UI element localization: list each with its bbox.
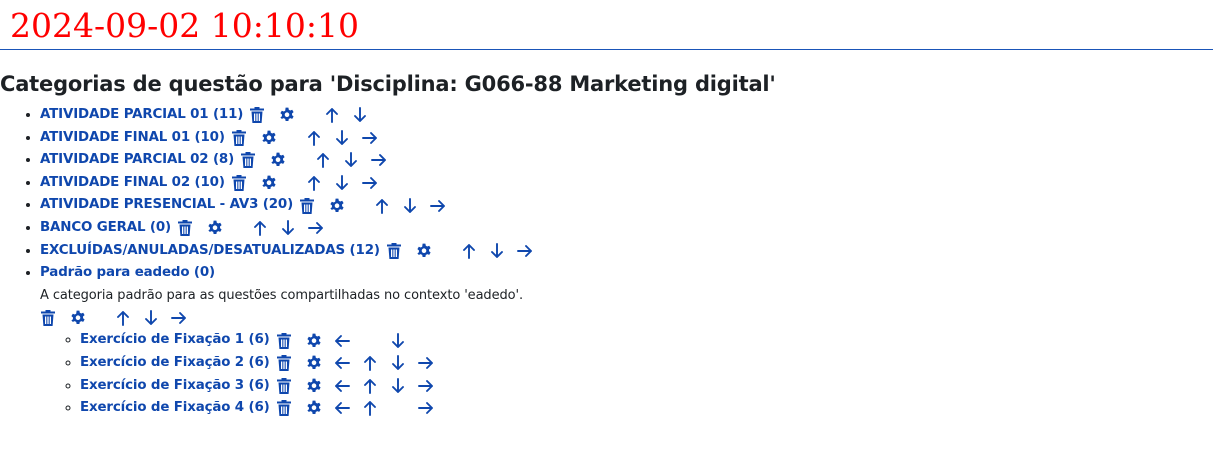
arrow-down-icon[interactable] <box>334 129 350 146</box>
arrow-down-icon[interactable] <box>489 242 505 259</box>
page-title: Categorias de questão para 'Disciplina: … <box>0 72 776 96</box>
category-link[interactable]: Exercício de Fixação 3 (6) <box>80 375 270 398</box>
divider <box>0 49 1213 50</box>
category-item: EXCLUÍDAS/ANULADAS/DESATUALIZADAS (12) <box>40 240 533 263</box>
gear-icon[interactable] <box>306 400 322 416</box>
arrow-up-icon[interactable] <box>374 198 390 214</box>
arrow-right-icon[interactable] <box>417 400 434 416</box>
arrow-down-icon[interactable] <box>280 220 296 236</box>
trash-icon[interactable] <box>299 197 315 214</box>
subcategory-item: Exercício de Fixação 1 (6) <box>80 329 533 352</box>
arrow-right-icon[interactable] <box>371 152 387 168</box>
arrow-up-icon[interactable] <box>306 130 322 146</box>
category-list: ATIVIDADE PARCIAL 01 (11) ATIVIDADE FINA… <box>0 104 533 420</box>
timestamp: 2024-09-02 10:10:10 <box>10 6 359 45</box>
gear-icon[interactable] <box>70 310 86 326</box>
gear-icon[interactable] <box>279 107 295 123</box>
trash-icon[interactable] <box>276 332 292 349</box>
category-link[interactable]: EXCLUÍDAS/ANULADAS/DESATUALIZADAS (12) <box>40 240 380 263</box>
gear-icon[interactable] <box>306 355 322 371</box>
arrow-right-icon[interactable] <box>361 175 378 191</box>
arrow-right-icon[interactable] <box>171 310 187 326</box>
category-link[interactable]: Padrão para eadedo (0) <box>40 262 215 285</box>
category-item: ATIVIDADE PARCIAL 02 (8) <box>40 149 533 172</box>
trash-icon[interactable] <box>231 129 247 146</box>
arrow-up-icon[interactable] <box>461 243 477 259</box>
category-link[interactable]: ATIVIDADE PARCIAL 02 (8) <box>40 149 234 172</box>
subcategory-list: Exercício de Fixação 1 (6) Exercício de … <box>40 329 533 419</box>
gear-icon[interactable] <box>261 175 277 191</box>
category-item: ATIVIDADE FINAL 02 (10) <box>40 172 533 195</box>
category-link[interactable]: ATIVIDADE FINAL 02 (10) <box>40 172 225 195</box>
gear-icon[interactable] <box>270 152 286 168</box>
category-link[interactable]: ATIVIDADE PRESENCIAL - AV3 (20) <box>40 194 293 217</box>
arrow-right-icon[interactable] <box>361 130 378 146</box>
category-link[interactable]: BANCO GERAL (0) <box>40 217 171 240</box>
trash-icon[interactable] <box>276 400 292 417</box>
gear-icon[interactable] <box>261 130 277 146</box>
category-link[interactable]: Exercício de Fixação 1 (6) <box>80 329 270 352</box>
category-link[interactable]: ATIVIDADE PARCIAL 01 (11) <box>40 104 243 127</box>
arrow-up-icon[interactable] <box>362 378 378 394</box>
category-link[interactable]: Exercício de Fixação 2 (6) <box>80 352 270 375</box>
subcategory-item: Exercício de Fixação 3 (6) <box>80 375 533 398</box>
trash-icon[interactable] <box>386 242 402 259</box>
category-item: ATIVIDADE FINAL 01 (10) <box>40 127 533 150</box>
category-link[interactable]: ATIVIDADE FINAL 01 (10) <box>40 127 225 150</box>
arrow-down-icon[interactable] <box>343 152 359 168</box>
subcategory-item: Exercício de Fixação 2 (6) <box>80 352 533 375</box>
arrow-down-icon[interactable] <box>334 175 350 191</box>
arrow-down-icon[interactable] <box>352 107 368 123</box>
arrow-right-icon[interactable] <box>516 243 533 259</box>
gear-icon[interactable] <box>306 333 322 349</box>
category-item: BANCO GERAL (0) <box>40 217 533 240</box>
arrow-down-icon[interactable] <box>390 332 406 349</box>
gear-icon[interactable] <box>416 243 432 259</box>
gear-icon[interactable] <box>207 220 223 236</box>
trash-icon[interactable] <box>177 220 193 237</box>
arrow-up-icon[interactable] <box>315 152 331 169</box>
trash-icon[interactable] <box>249 107 265 124</box>
category-link[interactable]: Exercício de Fixação 4 (6) <box>80 397 270 420</box>
arrow-right-icon[interactable] <box>430 198 446 214</box>
arrow-left-icon[interactable] <box>334 378 350 394</box>
arrow-right-icon[interactable] <box>417 355 434 371</box>
arrow-up-icon[interactable] <box>324 107 340 124</box>
arrow-left-icon[interactable] <box>334 355 350 371</box>
arrow-up-icon[interactable] <box>252 220 268 237</box>
trash-icon[interactable] <box>276 355 292 372</box>
arrow-left-icon[interactable] <box>334 400 350 416</box>
arrow-up-icon[interactable] <box>306 175 322 192</box>
category-item: ATIVIDADE PRESENCIAL - AV3 (20) <box>40 194 533 217</box>
gear-icon[interactable] <box>306 378 322 394</box>
arrow-down-icon[interactable] <box>390 377 406 394</box>
category-description: A categoria padrão para as questões comp… <box>40 287 523 303</box>
arrow-right-icon[interactable] <box>308 220 324 236</box>
trash-icon[interactable] <box>231 175 247 192</box>
arrow-down-icon[interactable] <box>402 197 418 214</box>
arrow-left-icon[interactable] <box>334 333 350 349</box>
arrow-down-icon[interactable] <box>390 355 406 371</box>
arrow-up-icon[interactable] <box>115 310 131 326</box>
category-item: ATIVIDADE PARCIAL 01 (11) <box>40 104 533 127</box>
trash-icon[interactable] <box>40 310 56 327</box>
trash-icon[interactable] <box>276 377 292 394</box>
trash-icon[interactable] <box>240 152 256 169</box>
arrow-right-icon[interactable] <box>417 378 434 394</box>
category-item: Padrão para eadedo (0) A categoria padrã… <box>40 262 533 420</box>
gear-icon[interactable] <box>329 198 345 214</box>
arrow-down-icon[interactable] <box>143 310 159 326</box>
subcategory-item: Exercício de Fixação 4 (6) <box>80 397 533 420</box>
arrow-up-icon[interactable] <box>362 355 378 372</box>
arrow-up-icon[interactable] <box>362 400 378 417</box>
